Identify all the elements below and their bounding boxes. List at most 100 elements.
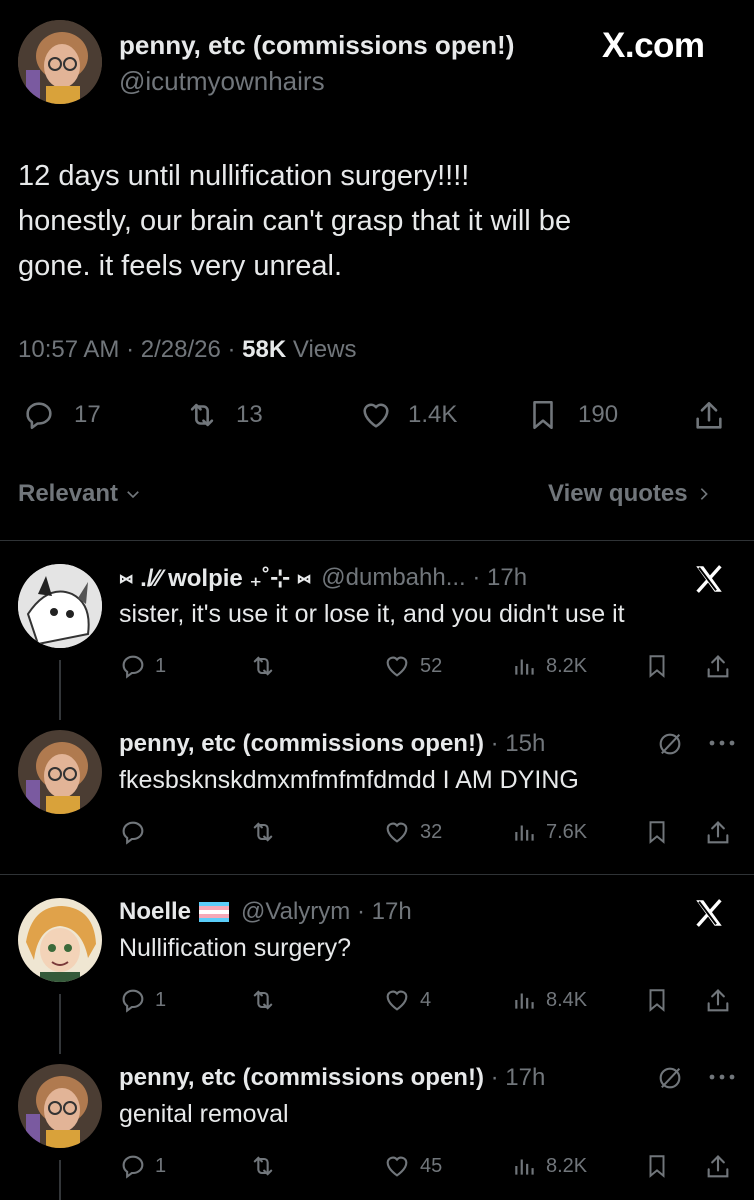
reply-display-name[interactable]: penny, etc (commissions open!)	[119, 1064, 484, 1092]
tweet-time[interactable]: 10:57 AM	[18, 336, 119, 363]
tweet-text: 12 days until nullification surgery!!!! …	[18, 154, 571, 289]
reply-views-count: 8.2K	[546, 1154, 588, 1177]
share-icon	[704, 986, 732, 1016]
repost-button[interactable]: 13	[184, 398, 263, 432]
reply-icon	[22, 398, 56, 432]
reply-count: 17	[74, 401, 101, 428]
reply-time[interactable]: 17h	[487, 564, 527, 593]
more-options-icon[interactable]	[708, 1072, 736, 1082]
reply-like-count: 32	[420, 820, 443, 843]
reply-text: genital removal	[119, 1100, 289, 1128]
reply-time[interactable]: 15h	[505, 730, 545, 758]
reply-like-button[interactable]: 32	[382, 818, 442, 846]
tweet-line: 12 days until nullification surgery!!!!	[18, 160, 470, 192]
reply-time[interactable]: 17h	[372, 898, 412, 926]
repost-icon	[184, 398, 220, 432]
reply-display-name[interactable]: penny, etc (commissions open!)	[119, 730, 484, 758]
reply-bookmark-button[interactable]	[644, 652, 670, 680]
bookmark-icon	[644, 652, 670, 680]
sort-dropdown[interactable]: Relevant	[18, 480, 142, 508]
reply-share-button[interactable]	[704, 818, 732, 848]
bookmark-icon	[644, 818, 670, 846]
reply-views[interactable]: 8.4K	[512, 986, 587, 1014]
bookmark-icon	[644, 986, 670, 1014]
reply-like-count: 52	[420, 654, 443, 677]
views-icon	[512, 1152, 538, 1180]
like-count: 1.4K	[408, 401, 458, 428]
reply-bookmark-button[interactable]	[644, 818, 670, 846]
reply-repost-button[interactable]	[248, 1152, 278, 1180]
heart-icon	[382, 818, 412, 846]
reply-handle[interactable]: @dumbahh...	[321, 564, 465, 593]
reply-reply-count: 1	[155, 988, 167, 1011]
reply-like-count: 45	[420, 1154, 443, 1177]
reply-avatar[interactable]	[18, 564, 102, 648]
reply-avatar[interactable]	[18, 730, 102, 814]
reply-bookmark-button[interactable]	[644, 986, 670, 1014]
x-logo-icon	[692, 562, 726, 596]
bookmark-icon	[526, 398, 560, 432]
reply-avatar[interactable]	[18, 1064, 102, 1148]
repost-icon	[248, 818, 278, 846]
repost-icon	[248, 652, 278, 680]
reply-share-button[interactable]	[704, 1152, 732, 1182]
tweet-date[interactable]: 2/28/26	[141, 336, 221, 363]
share-icon	[704, 652, 732, 682]
reply-views-count: 7.6K	[546, 820, 588, 843]
reply-like-count: 4	[420, 988, 432, 1011]
reply-repost-button[interactable]	[248, 652, 278, 680]
author-display-name[interactable]: penny, etc (commissions open!)	[119, 30, 514, 61]
reply-like-button[interactable]: 45	[382, 1152, 442, 1180]
heart-icon	[382, 1152, 412, 1180]
reply-avatar[interactable]	[18, 898, 102, 982]
share-button[interactable]	[692, 398, 726, 434]
views-icon	[512, 818, 538, 846]
reply-like-button[interactable]: 52	[382, 652, 442, 680]
repost-count: 13	[236, 401, 263, 428]
tweet-meta: 10:57 AM · 2/28/26 · 58K Views	[18, 336, 357, 363]
reply-reply-button[interactable]: 1	[119, 1152, 166, 1180]
reply-views[interactable]: 8.2K	[512, 652, 587, 680]
repost-icon	[248, 986, 278, 1014]
reply-repost-button[interactable]	[248, 986, 278, 1014]
repost-icon	[248, 1152, 278, 1180]
reply-button[interactable]: 17	[22, 398, 101, 432]
grok-icon[interactable]	[656, 1064, 684, 1092]
like-button[interactable]: 1.4K	[358, 398, 457, 432]
reply-time[interactable]: 17h	[505, 1064, 545, 1092]
heart-icon	[358, 398, 394, 432]
site-watermark: X.com	[602, 26, 705, 65]
more-options-icon[interactable]	[708, 738, 736, 748]
view-quotes-link[interactable]: View quotes	[548, 480, 712, 508]
reply-reply-button[interactable]: 1	[119, 986, 166, 1014]
reply-bookmark-button[interactable]	[644, 1152, 670, 1180]
bookmark-button[interactable]: 190	[526, 398, 618, 432]
views-label: Views	[292, 336, 357, 363]
reply-separator: ·	[465, 564, 488, 591]
views-icon	[512, 652, 538, 680]
reply-reply-count: 1	[155, 654, 167, 677]
reply-display-name[interactable]: ⑅ ./∕∕ wolpie ₊˚⊹ ⑅	[119, 564, 311, 593]
thread-connector	[59, 660, 61, 720]
reply-like-button[interactable]: 4	[382, 986, 431, 1014]
reply-separator: ·	[483, 730, 506, 757]
reply-repost-button[interactable]	[248, 818, 278, 846]
reply-share-button[interactable]	[704, 652, 732, 682]
reply-text: sister, it's use it or lose it, and you …	[119, 600, 625, 628]
author-handle[interactable]: @icutmyownhairs	[119, 66, 325, 97]
grok-icon[interactable]	[656, 730, 684, 758]
reply-reply-button[interactable]	[119, 818, 147, 846]
reply-handle[interactable]: @Valyrym	[241, 898, 350, 926]
reply-separator: ·	[350, 898, 372, 925]
reply-display-name[interactable]: Noelle	[119, 898, 191, 926]
reply-views[interactable]: 7.6K	[512, 818, 587, 846]
reply-views[interactable]: 8.2K	[512, 1152, 587, 1180]
x-logo-icon	[692, 896, 726, 930]
author-avatar[interactable]	[18, 20, 102, 104]
chevron-down-icon	[124, 485, 142, 503]
reply-reply-button[interactable]: 1	[119, 652, 166, 680]
reply-share-button[interactable]	[704, 986, 732, 1016]
reply-reply-count: 1	[155, 1154, 167, 1177]
heart-icon	[382, 652, 412, 680]
share-icon	[704, 1152, 732, 1182]
